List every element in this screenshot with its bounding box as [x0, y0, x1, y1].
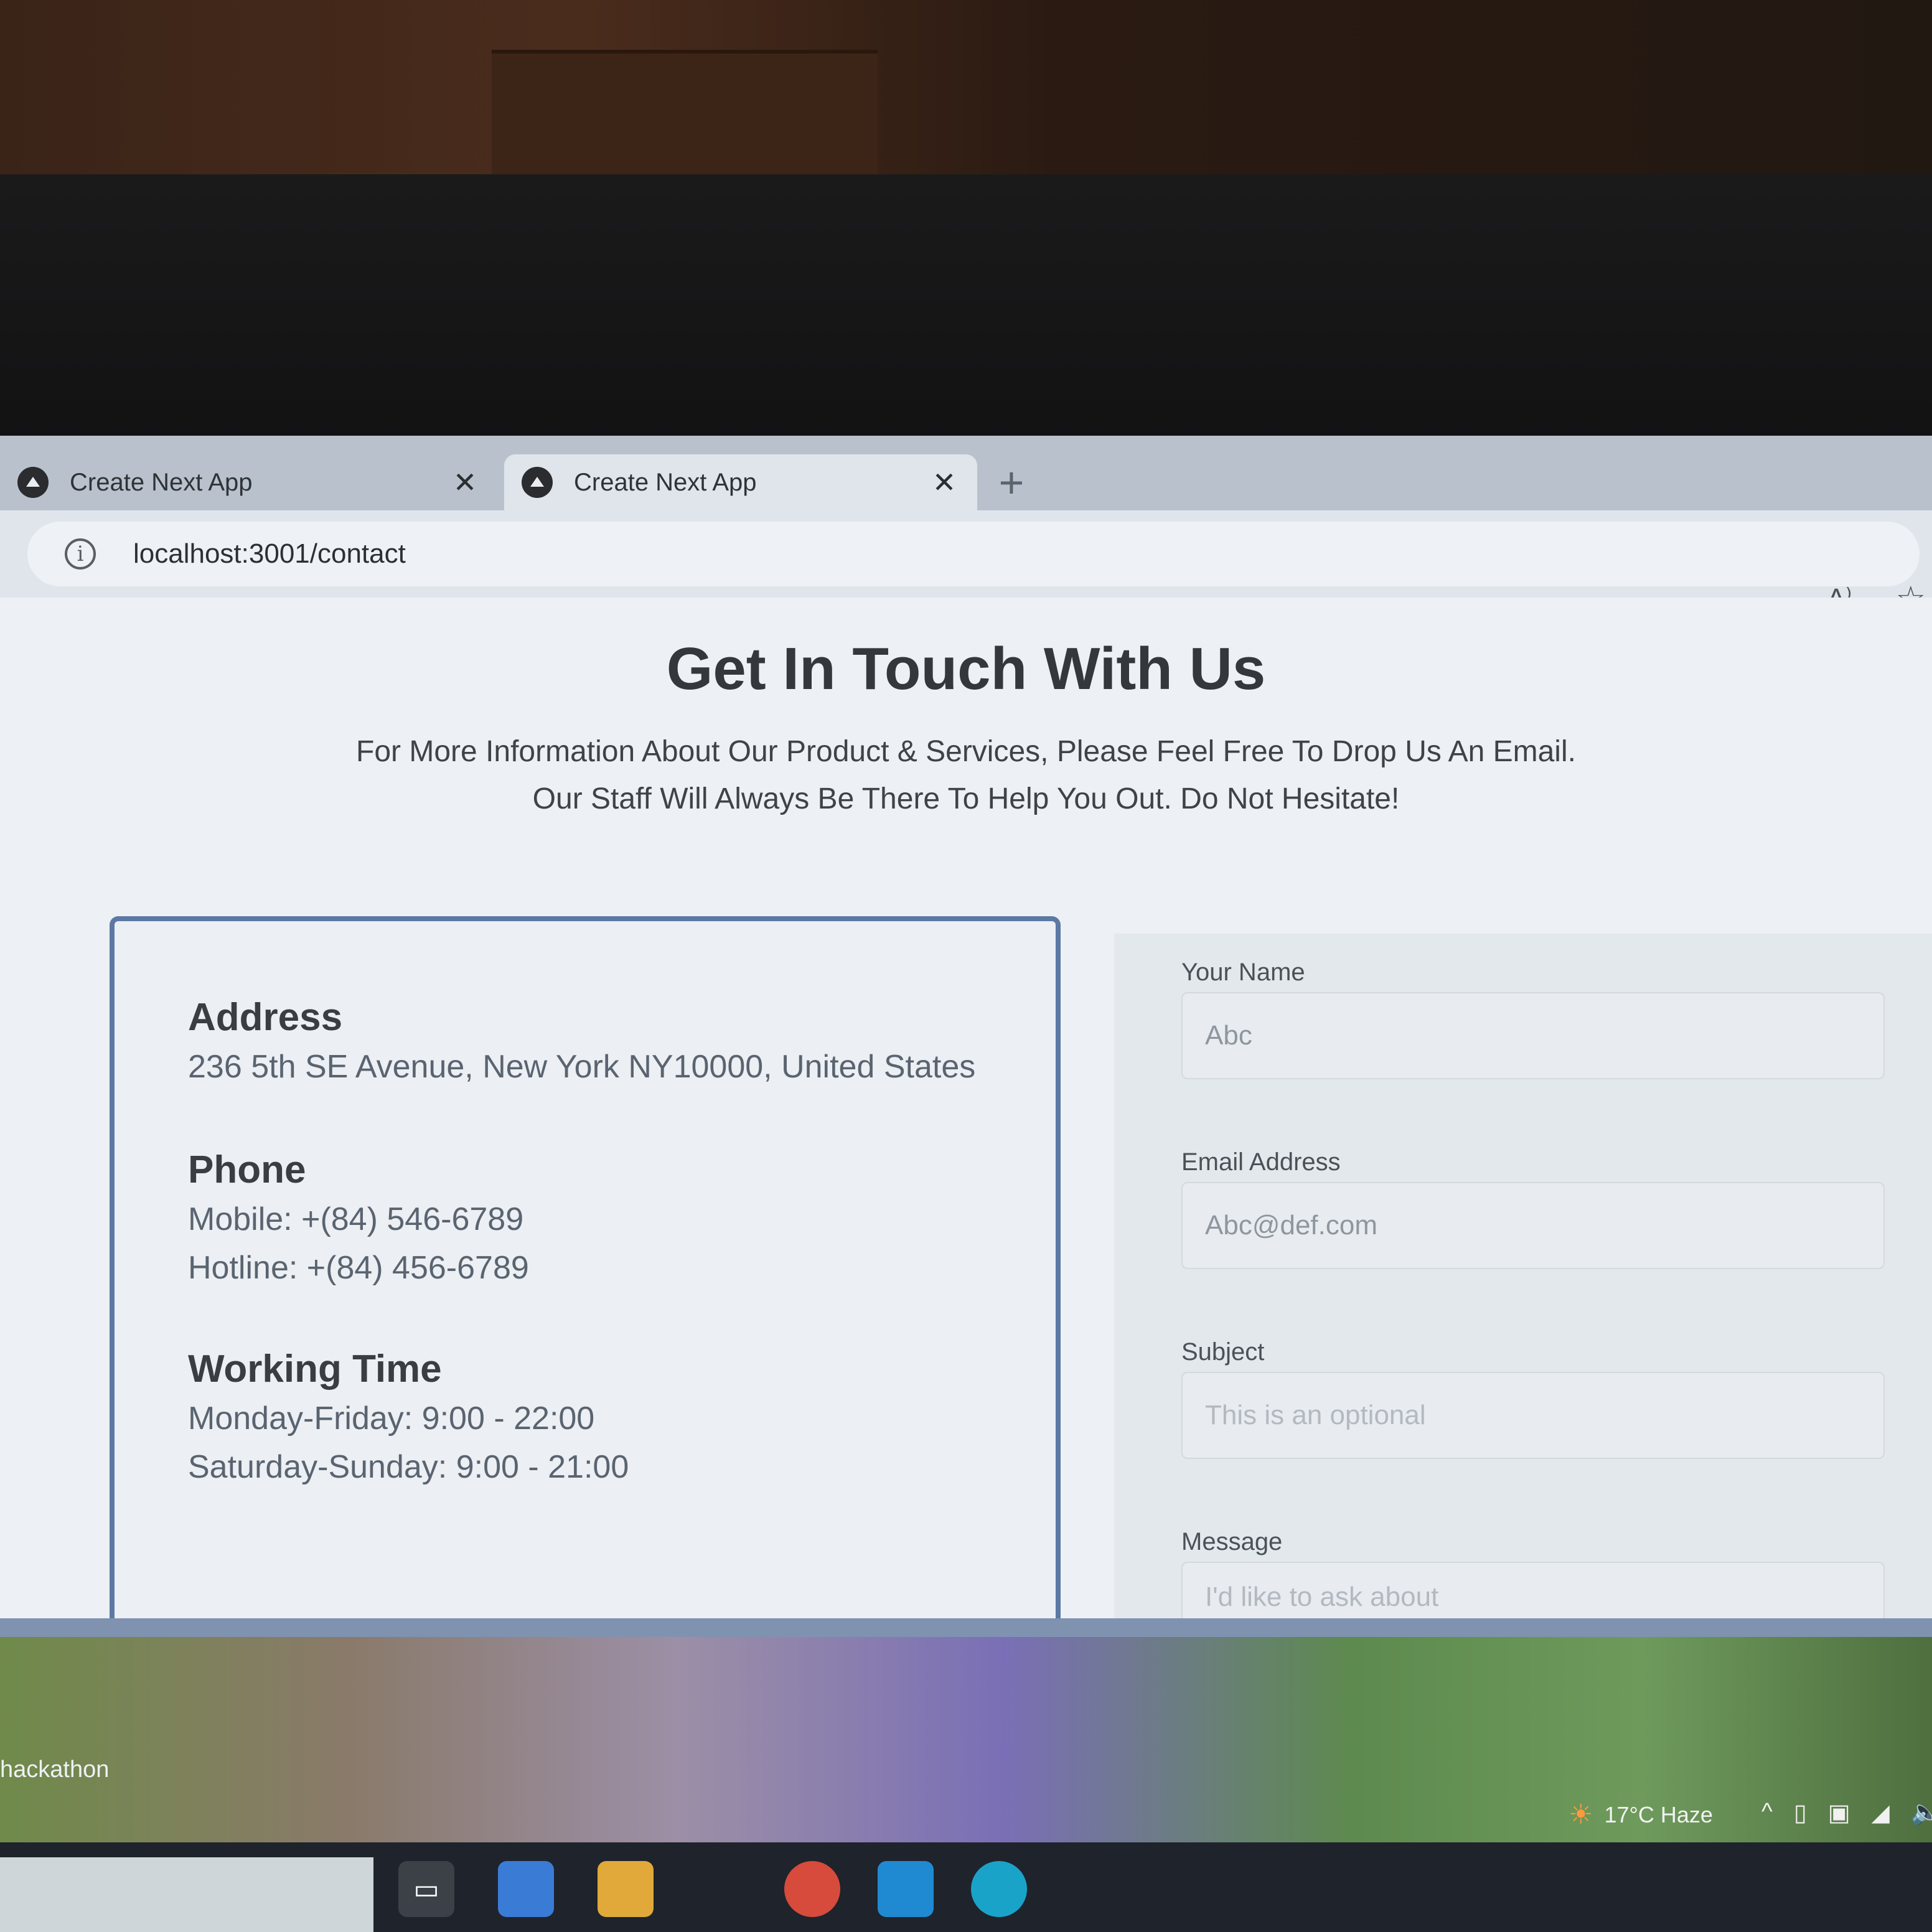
- tray-chevron-icon[interactable]: ^: [1761, 1799, 1773, 1827]
- intro-line-1: For More Information About Our Product &…: [356, 735, 1576, 768]
- email-label: Email Address: [1181, 1148, 1341, 1176]
- close-tab-icon[interactable]: ✕: [929, 466, 960, 499]
- weather-text: 17°C Haze: [1604, 1801, 1713, 1827]
- tab-create-next-app-2[interactable]: Create Next App ✕: [504, 454, 977, 510]
- browser-window: Create Next App ✕ Create Next App ✕ + i …: [0, 436, 1932, 1788]
- working-time-block: Working Time Monday-Friday: 9:00 - 22:00…: [188, 1344, 629, 1491]
- working-time-weekend: Saturday-Sunday: 9:00 - 21:00: [188, 1449, 629, 1485]
- name-label: Your Name: [1181, 959, 1305, 986]
- phone-title: Phone: [188, 1148, 306, 1191]
- intro-line-2: Our Staff Will Always Be There To Help Y…: [532, 782, 1400, 815]
- contact-page: Get In Touch With Us For More Informatio…: [0, 598, 1932, 1788]
- vscode-icon[interactable]: [878, 1861, 934, 1917]
- window-bottom-edge: [0, 1618, 1932, 1637]
- email-field: Email Address: [1181, 1142, 1885, 1269]
- tab-title: Create Next App: [70, 468, 253, 496]
- tray-monitor-icon[interactable]: ▣: [1828, 1799, 1850, 1827]
- tray-volume-icon[interactable]: 🔈: [1911, 1799, 1932, 1827]
- tray-device-icon[interactable]: ▯: [1794, 1799, 1807, 1827]
- site-info-icon[interactable]: i: [65, 538, 96, 570]
- address-block: Address 236 5th SE Avenue, New York NY10…: [188, 993, 975, 1091]
- task-view-icon[interactable]: ▭: [398, 1861, 454, 1917]
- chrome-icon[interactable]: [784, 1861, 840, 1917]
- tab-title: Create Next App: [574, 468, 757, 496]
- desktop-window-label[interactable]: hackathon: [0, 1756, 109, 1783]
- tab-strip: Create Next App ✕ Create Next App ✕ +: [0, 436, 1932, 510]
- name-field: Your Name: [1181, 952, 1885, 1079]
- background-room: [0, 0, 1932, 187]
- nextjs-favicon-icon: [17, 467, 49, 498]
- subject-label: Subject: [1181, 1338, 1265, 1366]
- background-drawer: [492, 50, 878, 184]
- page-intro: For More Information About Our Product &…: [0, 728, 1932, 823]
- edge-icon[interactable]: [971, 1861, 1027, 1917]
- address-bar[interactable]: i localhost:3001/contact: [27, 522, 1920, 586]
- subject-field: Subject: [1181, 1332, 1885, 1459]
- sun-cloud-icon: ☀: [1569, 1799, 1593, 1830]
- phone-hotline: Hotline: +(84) 456-6789: [188, 1250, 529, 1286]
- working-time-weekdays: Monday-Friday: 9:00 - 22:00: [188, 1400, 595, 1437]
- phone-mobile: Mobile: +(84) 546-6789: [188, 1201, 524, 1237]
- message-label: Message: [1181, 1528, 1283, 1555]
- browser-toolbar: i localhost:3001/contact: [0, 510, 1932, 598]
- copilot-icon[interactable]: [498, 1861, 554, 1917]
- page-title: Get In Touch With Us: [666, 635, 1266, 702]
- file-explorer-icon[interactable]: [598, 1861, 654, 1917]
- address-value: 236 5th SE Avenue, New York NY10000, Uni…: [188, 1049, 976, 1085]
- phone-block: Phone Mobile: +(84) 546-6789 Hotline: +(…: [188, 1145, 529, 1292]
- subject-input[interactable]: [1181, 1372, 1885, 1459]
- email-input[interactable]: [1181, 1182, 1885, 1269]
- taskbar-search-box[interactable]: [0, 1857, 373, 1932]
- working-time-title: Working Time: [188, 1348, 442, 1390]
- monitor-bezel: [0, 174, 1932, 448]
- new-tab-button[interactable]: +: [990, 461, 1033, 504]
- name-input[interactable]: [1181, 992, 1885, 1079]
- nextjs-favicon-icon: [522, 467, 553, 498]
- taskbar: ▭: [0, 1842, 1932, 1932]
- system-tray: ^ ▯ ▣ ◢ 🔈: [1761, 1799, 1932, 1827]
- tray-network-icon[interactable]: ◢: [1872, 1799, 1890, 1827]
- url-text[interactable]: localhost:3001/contact: [133, 538, 406, 570]
- weather-widget[interactable]: ☀ 17°C Haze: [1569, 1799, 1713, 1831]
- tab-create-next-app-1[interactable]: Create Next App ✕: [0, 454, 498, 510]
- close-tab-icon[interactable]: ✕: [449, 466, 481, 499]
- address-title: Address: [188, 996, 343, 1039]
